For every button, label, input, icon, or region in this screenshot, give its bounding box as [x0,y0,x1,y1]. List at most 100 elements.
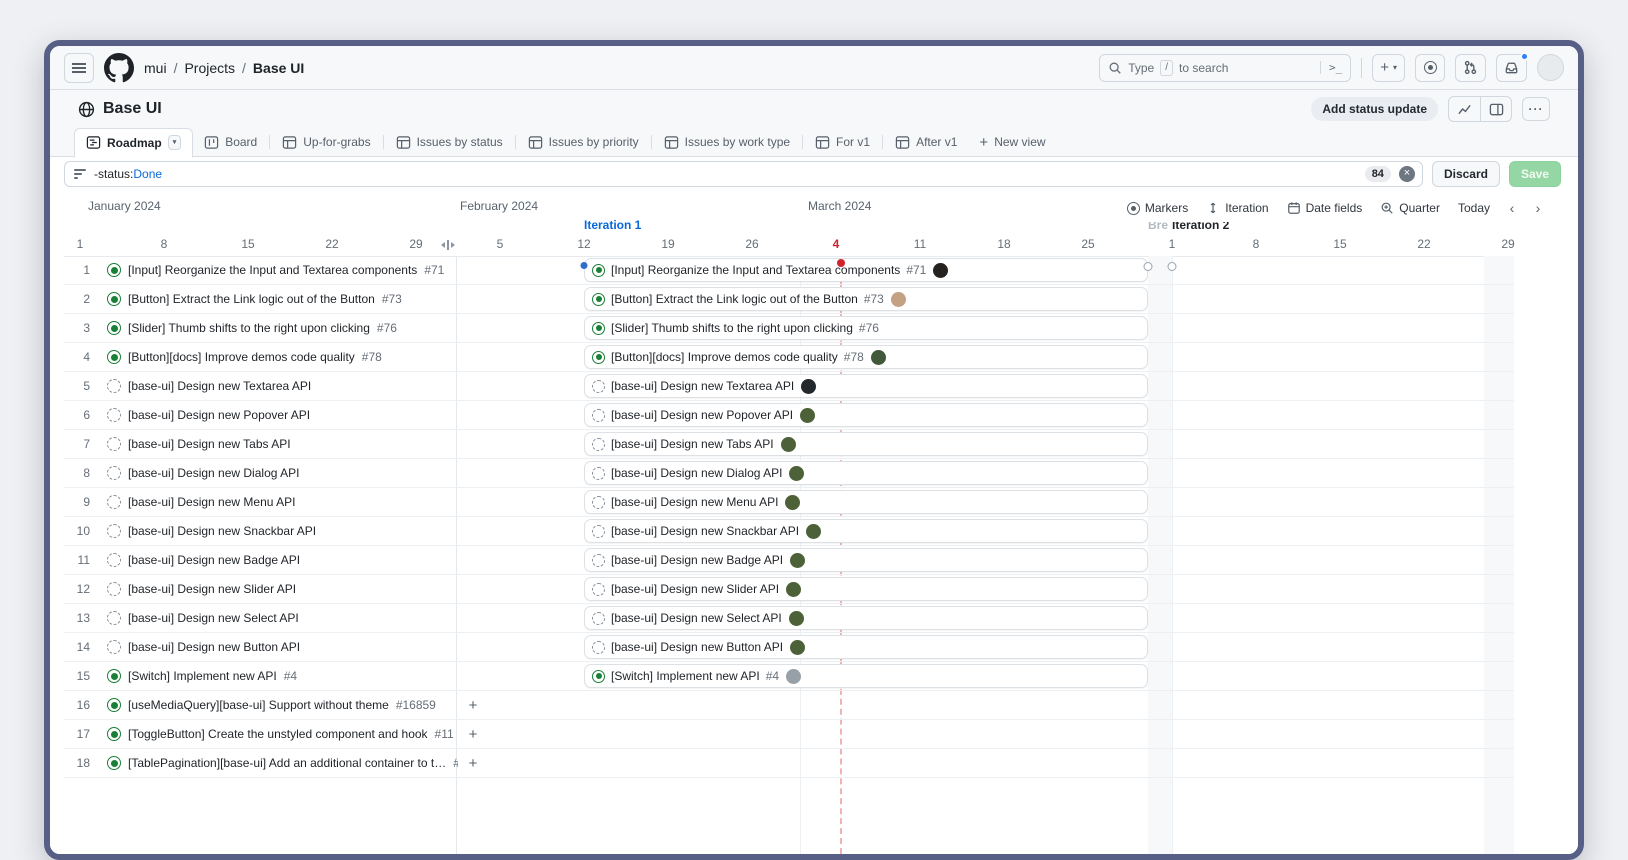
tab-issues-by-priority[interactable]: Issues by priority [517,127,650,157]
timeline-bar[interactable]: [Slider] Thumb shifts to the right upon … [584,316,1148,340]
create-new-button[interactable]: + ▾ [1372,54,1405,82]
insights-button[interactable] [1449,97,1480,121]
view-mode-group [1448,96,1512,122]
filter-count-badge: 84 [1365,166,1391,182]
issue-opened-icon [107,263,121,277]
table-row: 11[base-ui] Design new Badge API[base-ui… [64,546,1514,575]
tab-options-caret[interactable]: ▾ [168,135,182,150]
item-title[interactable]: [Slider] Thumb shifts to the right upon … [128,314,397,343]
date-tick: 19 [661,237,674,251]
tab-up-for-grabs[interactable]: Up-for-grabs [271,127,381,157]
table-row: 3[Slider] Thumb shifts to the right upon… [64,314,1514,343]
hamburger-menu-button[interactable] [64,53,94,83]
timeline-bar[interactable]: [Button][docs] Improve demos code qualit… [584,345,1148,369]
timeline-bar-number: #71 [906,263,926,277]
pull-requests-button[interactable] [1455,54,1486,82]
row-number: 15 [64,662,90,691]
timeline-bar-title: [base-ui] Design new Badge API [611,553,783,567]
project-menu-button[interactable]: ··· [1522,97,1550,121]
tab-board[interactable]: Board [193,127,268,157]
table-row: 13[base-ui] Design new Select API[base-u… [64,604,1514,633]
item-number: #71 [424,263,444,277]
issues-button[interactable] [1415,54,1445,82]
tab-roadmap[interactable]: Roadmap▾ [74,128,193,158]
timeline-bar[interactable]: [Input] Reorganize the Input and Textare… [584,258,1148,282]
command-palette-icon[interactable]: >_ [1320,61,1342,74]
today-button[interactable]: Today [1450,195,1498,221]
item-title[interactable]: [ToggleButton] Create the unstyled compo… [128,720,454,749]
timeline-bar[interactable]: [base-ui] Design new Slider API [584,577,1148,601]
markers-button[interactable]: Markers [1119,195,1196,221]
tab-issues-by-work-type[interactable]: Issues by work type [653,127,801,157]
item-title[interactable]: [Switch] Implement new API#4 [128,662,297,691]
item-title[interactable]: [Input] Reorganize the Input and Textare… [128,256,444,285]
date-tick: 22 [1417,237,1430,251]
timeline-bar[interactable]: [Button] Extract the Link logic out of t… [584,287,1148,311]
item-title[interactable]: [base-ui] Design new Select API [128,604,299,633]
filter-input[interactable]: -status:Done 84 × [64,161,1423,187]
timeline-bar[interactable]: [base-ui] Design new Button API [584,635,1148,659]
item-title-text: [ToggleButton] Create the unstyled compo… [128,727,428,741]
month-label: March 2024 [808,199,871,213]
item-title[interactable]: [Button] Extract the Link logic out of t… [128,285,402,314]
item-title[interactable]: [base-ui] Design new Button API [128,633,300,662]
assignee-avatar [801,379,816,394]
date-tick: 11 [914,237,926,251]
timeline-bar[interactable]: [base-ui] Design new Dialog API [584,461,1148,485]
iteration-sort-button[interactable]: Iteration [1198,195,1276,221]
add-date-button[interactable]: + [462,752,484,774]
page-title: Base UI [103,100,162,118]
timeline-bar[interactable]: [base-ui] Design new Badge API [584,548,1148,572]
breadcrumb-project[interactable]: Base UI [253,60,304,76]
timeline-bar[interactable]: [base-ui] Design new Textarea API [584,374,1148,398]
draft-issue-icon [107,466,121,480]
item-title[interactable]: [base-ui] Design new Slider API [128,575,296,604]
new-view-button[interactable]: +New view [968,127,1056,157]
item-title[interactable]: [base-ui] Design new Dialog API [128,459,299,488]
global-search-input[interactable]: Type / to search >_ [1099,54,1351,82]
zoom-level-button[interactable]: Quarter [1372,195,1448,221]
item-title[interactable]: [base-ui] Design new Tabs API [128,430,291,459]
timeline-bar[interactable]: [base-ui] Design new Popover API [584,403,1148,427]
add-date-button[interactable]: + [462,723,484,745]
item-title[interactable]: [base-ui] Design new Popover API [128,401,310,430]
item-title[interactable]: [base-ui] Design new Menu API [128,488,295,517]
tab-after-v1[interactable]: After v1 [884,127,968,157]
view-table-icon [815,135,830,150]
add-date-button[interactable]: + [462,694,484,716]
user-avatar[interactable] [1537,54,1564,81]
timeline-bar[interactable]: [base-ui] Design new Tabs API [584,432,1148,456]
breadcrumb-section[interactable]: Projects [184,60,235,76]
item-title[interactable]: [base-ui] Design new Snackbar API [128,517,316,546]
scroll-left-button[interactable]: ‹ [1500,196,1524,220]
column-resize-handle[interactable] [441,240,455,250]
view-table-icon [396,135,411,150]
date-fields-button[interactable]: Date fields [1279,195,1371,221]
side-panel-button[interactable] [1480,97,1511,121]
github-logo-icon[interactable] [104,53,134,83]
tab-for-v1[interactable]: For v1 [804,127,881,157]
add-status-update-button[interactable]: Add status update [1311,97,1438,121]
inbox-button[interactable] [1496,54,1527,82]
item-title-text: [Input] Reorganize the Input and Textare… [128,263,417,277]
side-panel-icon [1489,102,1504,117]
zoom-in-icon [1380,201,1394,215]
item-title[interactable]: [useMediaQuery][base-ui] Support without… [128,691,436,720]
item-title[interactable]: [base-ui] Design new Textarea API [128,372,311,401]
timeline-bar[interactable]: [Switch] Implement new API#4 [584,664,1148,688]
timeline-bar[interactable]: [base-ui] Design new Select API [584,606,1148,630]
item-title[interactable]: [Button][docs] Improve demos code qualit… [128,343,382,372]
table-row: 12[base-ui] Design new Slider API[base-u… [64,575,1514,604]
timeline-bar[interactable]: [base-ui] Design new Snackbar API [584,519,1148,543]
timeline-bar-title: [Slider] Thumb shifts to the right upon … [611,321,853,335]
item-title[interactable]: [TablePagination][base-ui] Add an additi… [128,749,458,778]
up-down-arrows-icon [1206,201,1220,215]
discard-button[interactable]: Discard [1432,161,1500,187]
tab-issues-by-status[interactable]: Issues by status [385,127,514,157]
clear-filter-button[interactable]: × [1399,166,1415,182]
item-title[interactable]: [base-ui] Design new Badge API [128,546,300,575]
timeline-bar[interactable]: [base-ui] Design new Menu API [584,490,1148,514]
scroll-right-button[interactable]: › [1526,196,1550,220]
breadcrumb-org[interactable]: mui [144,60,167,76]
save-button[interactable]: Save [1509,161,1561,187]
